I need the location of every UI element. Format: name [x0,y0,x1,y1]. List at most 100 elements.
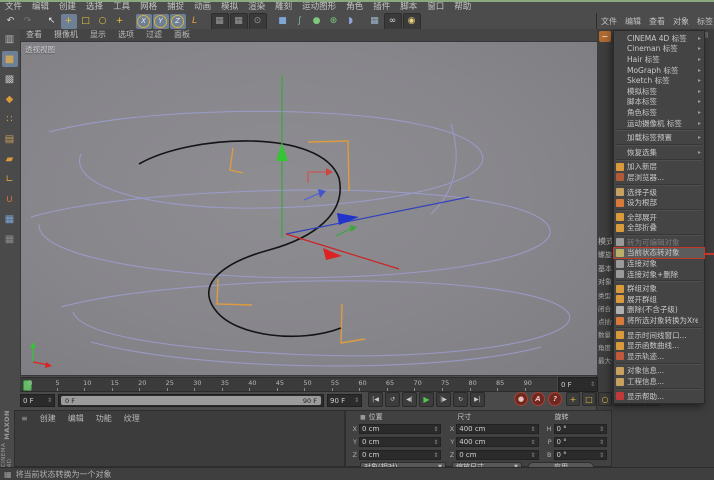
context-menu-item[interactable]: 删除(不含子级) ▸ [614,305,704,316]
context-menu-item[interactable]: 工程信息... ▸ [614,376,704,387]
context-menu-item[interactable]: 全部展开 ▸ [614,212,704,223]
context-menu-item[interactable]: 对象信息... ▸ [614,366,704,377]
next-frame-icon[interactable]: |▶ [436,392,451,407]
record-active-objects-icon[interactable]: ● [514,392,528,406]
context-menu-item[interactable]: 显示轨迹... ▸ [614,351,704,362]
viewport-menu-item[interactable]: 显示 [84,29,112,41]
autokey-icon[interactable]: A [531,392,545,406]
light-icon[interactable]: ◉ [403,13,421,30]
redo-icon[interactable]: ↷ [20,14,36,29]
context-menu-item[interactable]: 连接对象 ▸ [614,258,704,269]
menu-item[interactable]: 文件 [597,16,621,27]
previous-frame-icon[interactable]: ◀| [402,392,417,407]
position-x-input[interactable]: 0 cm⇕ [359,424,441,434]
y-axis-lock-icon[interactable]: Y [153,14,169,29]
context-menu-item[interactable]: 加入新层 ▸ [614,162,704,173]
menu-item[interactable]: 对象 [669,16,693,27]
menu-item[interactable]: 帮助 [449,2,476,13]
menu-item[interactable]: 角色 [341,2,368,13]
snap-icon[interactable]: ∪ [2,191,18,207]
context-menu-item[interactable]: 将所选对象转换为Xref ▸ [614,315,704,326]
menu-item[interactable]: 创建 [54,2,81,13]
context-menu-item[interactable]: 显示帮助... ▸ [614,391,704,402]
material-tab[interactable]: 纹理 [124,413,140,424]
deformer-icon[interactable]: ◗ [343,14,359,29]
menu-item[interactable]: 编辑 [621,16,645,27]
rotation-h-input[interactable]: 0 °⇕ [554,424,607,434]
viewport-menu-item[interactable]: 过滤 [140,29,168,41]
undo-icon[interactable]: ↶ [3,14,19,29]
x-axis-lock-icon[interactable]: X [136,14,152,29]
move-tool-icon[interactable]: + [61,14,77,29]
context-menu-item[interactable]: Cineman 标签 ▸ [614,44,704,55]
viewport-menu-item[interactable]: 面板 [168,29,196,41]
preview-range-slider[interactable]: 0 F 90 F [58,394,324,407]
position-y-input[interactable]: 0 cm⇕ [359,437,441,447]
z-axis-lock-icon[interactable]: Z [170,14,186,29]
context-menu-item[interactable]: 连接对象+删除 ▸ [614,269,704,280]
edges-mode-icon[interactable]: ▤ [2,131,18,147]
spline-pen-icon[interactable]: ∫ [292,14,308,29]
context-menu-item[interactable]: 加载标签预置 ▸ [614,132,704,143]
menu-item[interactable]: 查看 [645,16,669,27]
live-selection-icon[interactable]: ↖ [44,14,60,29]
range-end-field[interactable]: 90 F⇕ [327,394,362,407]
spline-object-icon[interactable]: ~ [599,31,611,42]
context-menu-item[interactable]: 层浏览器... ▸ [614,172,704,183]
texture-mode-icon[interactable]: ▩ [2,71,18,87]
viewport[interactable]: 透视视图 [20,41,598,376]
render-view-icon[interactable]: ▦ [211,13,229,30]
menu-item[interactable]: 雕刻 [270,2,297,13]
workplane-icon[interactable]: ▦ [2,211,18,227]
rotation-b-input[interactable]: 0 °⇕ [554,450,607,460]
viewport-menu-item[interactable]: 摄像机 [48,29,84,41]
rotation-p-input[interactable]: 0 °⇕ [554,437,607,447]
camera-icon[interactable]: ∞ [384,13,402,30]
record-rotation-icon[interactable]: ○ [598,392,612,406]
menu-item[interactable]: 窗口 [422,2,449,13]
enable-axis-icon[interactable]: ∟ [2,171,18,187]
menu-item[interactable]: 捕捉 [162,2,189,13]
context-menu-item[interactable]: 脚本标签 ▸ [614,97,704,108]
context-menu-item[interactable]: 群组对象 ▸ [614,283,704,294]
position-z-input[interactable]: 0 cm⇕ [359,450,441,460]
context-menu-item[interactable]: 运动摄像机 标签 ▸ [614,118,704,129]
current-frame-field[interactable]: 0 F⇕ [558,377,598,392]
size-y-input[interactable]: 400 cm⇕ [456,437,538,447]
context-menu-item[interactable]: 显示时间线窗口... ▸ [614,330,704,341]
context-menu-item[interactable]: Hair 标签 ▸ [614,54,704,65]
menu-item[interactable]: 动画 [189,2,216,13]
context-menu-item[interactable]: 角色标签 ▸ [614,107,704,118]
render-settings-icon[interactable]: ⊙ [249,13,267,30]
context-menu-item[interactable]: Sketch 标签 ▸ [614,75,704,86]
goto-start-icon[interactable]: |◀ [368,392,383,407]
menu-item[interactable]: 脚本 [395,2,422,13]
range-start-field[interactable]: 0 F⇕ [20,394,55,407]
viewport-menu-item[interactable]: 选项 [112,29,140,41]
context-menu-item[interactable]: 模拟标签 ▸ [614,86,704,97]
record-position-icon[interactable]: + [566,392,580,406]
floor-icon[interactable]: ▦ [367,14,383,29]
menu-item[interactable]: 编辑 [27,2,54,13]
lock-workplane-icon[interactable]: ▦ [2,231,18,247]
material-tab[interactable]: 创建 [40,413,56,424]
make-editable-icon[interactable]: ▥ [2,31,18,47]
cube-primitive-icon[interactable]: ■ [275,14,291,29]
menu-item[interactable]: 工具 [108,2,135,13]
context-menu-item[interactable]: 设为根部 ▸ [614,197,704,208]
subdivision-surface-icon[interactable]: ● [309,14,325,29]
context-menu-item[interactable]: CINEMA 4D 标签 ▸ [614,33,704,44]
context-menu-item[interactable]: 转为可编辑对象 ▸ [614,237,704,248]
context-menu-item[interactable]: 全部折叠 ▸ [614,223,704,234]
attribute-tab-basic[interactable]: 基本 [598,264,612,274]
goto-end-icon[interactable]: ▶| [470,392,485,407]
context-menu-item[interactable]: 恢复选集 ▸ [614,147,704,158]
last-tool-icon[interactable]: + [112,14,128,29]
model-mode-icon[interactable]: ■ [2,51,18,67]
context-menu-item[interactable]: 展开群组 ▸ [614,294,704,305]
timeline-ruler[interactable]: 0 5 10 15 20 25 30 35 40 45 50 55 60 65 … [20,377,557,392]
material-manager[interactable]: ≡ 创建编辑功能纹理 [14,410,345,467]
menu-item[interactable]: 渲染 [243,2,270,13]
size-x-input[interactable]: 400 cm⇕ [456,424,538,434]
menu-item[interactable]: 网格 [135,2,162,13]
